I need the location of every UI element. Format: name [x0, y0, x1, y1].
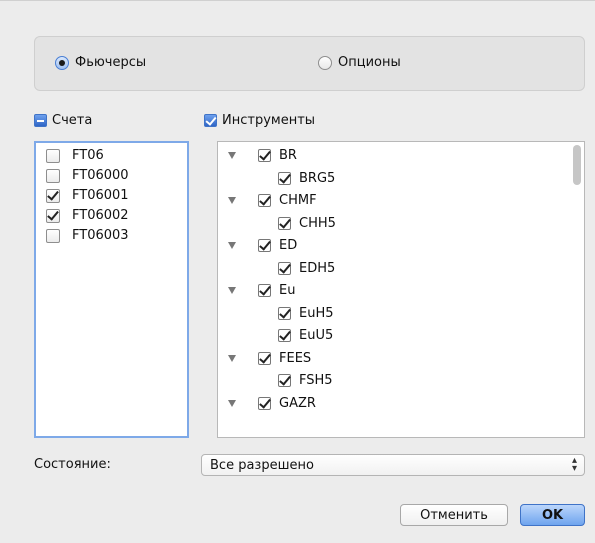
disclosure-triangle-icon[interactable]	[228, 242, 236, 249]
account-item[interactable]: FT06	[46, 148, 104, 163]
mixed-checkbox-icon[interactable]	[34, 114, 47, 127]
instrument-label: CHH5	[299, 215, 336, 231]
cancel-button[interactable]: Отменить	[400, 504, 508, 526]
instrument-label: EuH5	[299, 305, 334, 321]
options-radio[interactable]: Опционы	[318, 55, 401, 70]
accounts-list[interactable]: FT06 FT06000 FT06001 FT06002 FT06003	[34, 141, 189, 438]
tree-item-row[interactable]: EuU5	[278, 328, 333, 343]
tree-group-row[interactable]: CHMF	[228, 193, 317, 208]
checked-checkbox-icon[interactable]	[258, 149, 271, 162]
tree-group-row[interactable]: ED	[228, 238, 297, 253]
instrument-label: ED	[279, 238, 298, 253]
tree-item-row[interactable]: BRG5	[278, 171, 335, 186]
tree-item-row[interactable]: FSH5	[278, 373, 333, 388]
instruments-header-label: Инструменты	[222, 113, 316, 128]
instrument-label: EDH5	[299, 260, 336, 276]
tree-group-row[interactable]: FEES	[228, 351, 311, 366]
unchecked-checkbox-icon[interactable]	[46, 148, 60, 163]
checked-checkbox-icon[interactable]	[278, 374, 291, 387]
account-item[interactable]: FT06000	[46, 168, 129, 183]
instrument-label: FEES	[279, 350, 312, 366]
accounts-header-label: Счета	[52, 113, 93, 128]
dialog: Фьючерсы Опционы Счета Инструменты FT06 F…	[0, 0, 595, 543]
instrument-label: CHMF	[279, 193, 317, 208]
checked-checkbox-icon[interactable]	[278, 306, 291, 320]
tree-scrollbar[interactable]	[573, 145, 581, 433]
checked-checkbox-icon[interactable]	[258, 396, 271, 410]
instrument-label: GAZR	[279, 395, 316, 411]
instrument-label: EuU5	[299, 328, 334, 343]
instruments-header[interactable]: Инструменты	[204, 113, 315, 128]
instrument-label: BR	[279, 148, 297, 163]
options-label: Опционы	[338, 55, 401, 70]
account-item[interactable]: FT06002	[46, 208, 129, 223]
account-label: FT06002	[72, 208, 129, 223]
checked-checkbox-icon[interactable]	[278, 261, 291, 275]
tree-group-row[interactable]: Eu	[228, 283, 295, 298]
radio-selected-icon	[55, 55, 69, 70]
account-label: FT06001	[72, 188, 129, 203]
disclosure-triangle-icon[interactable]	[228, 197, 236, 204]
checked-checkbox-icon[interactable]	[278, 216, 291, 230]
instrument-label: Eu	[279, 283, 296, 298]
instrument-label: BRG5	[299, 170, 336, 186]
unchecked-checkbox-icon[interactable]	[46, 168, 60, 183]
disclosure-triangle-icon[interactable]	[228, 399, 236, 407]
radio-unselected-icon	[318, 55, 332, 70]
account-item[interactable]: FT06001	[46, 188, 129, 203]
tree-group-row[interactable]: GAZR	[228, 396, 316, 411]
tree-item-row[interactable]: EuH5	[278, 306, 334, 321]
futures-radio[interactable]: Фьючерсы	[55, 55, 146, 70]
disclosure-triangle-icon[interactable]	[228, 354, 236, 362]
tree-item-row[interactable]: CHH5	[278, 216, 336, 231]
checked-checkbox-icon[interactable]	[278, 329, 291, 342]
checked-checkbox-icon[interactable]	[204, 114, 217, 127]
tree-scroll-thumb[interactable]	[573, 145, 581, 185]
status-value: Все разрешено	[210, 457, 314, 473]
futures-label: Фьючерсы	[75, 55, 147, 70]
disclosure-triangle-icon[interactable]	[228, 287, 236, 294]
account-item[interactable]: FT06003	[46, 228, 129, 243]
checked-checkbox-icon[interactable]	[46, 208, 60, 223]
ok-button[interactable]: OK	[520, 504, 585, 526]
account-label: FT06	[72, 148, 104, 163]
checked-checkbox-icon[interactable]	[278, 171, 291, 185]
checked-checkbox-icon[interactable]	[258, 351, 271, 365]
account-label: FT06003	[72, 228, 129, 243]
select-arrows-icon: ▴ ▾	[571, 455, 577, 474]
tree-item-row[interactable]: EDH5	[278, 261, 335, 276]
checked-checkbox-icon[interactable]	[258, 239, 271, 252]
status-label: Состояние:	[34, 457, 111, 472]
checked-checkbox-icon[interactable]	[258, 284, 271, 297]
tree-group-row[interactable]: BR	[228, 148, 297, 163]
unchecked-checkbox-icon[interactable]	[46, 228, 60, 243]
checked-checkbox-icon[interactable]	[46, 188, 60, 203]
checked-checkbox-icon[interactable]	[258, 194, 271, 207]
mode-selector: Фьючерсы Опционы	[34, 36, 585, 91]
disclosure-triangle-icon[interactable]	[228, 152, 236, 159]
account-label: FT06000	[72, 168, 129, 183]
status-select[interactable]: Все разрешено ▴ ▾	[201, 454, 585, 476]
instrument-label: FSH5	[299, 373, 333, 388]
accounts-header[interactable]: Счета	[34, 113, 92, 128]
instruments-tree[interactable]: BR BRG5 CHMF CHH5 ED EDH5 Eu EuH5 EuU5 FEES FSH5 GA…	[217, 141, 585, 438]
